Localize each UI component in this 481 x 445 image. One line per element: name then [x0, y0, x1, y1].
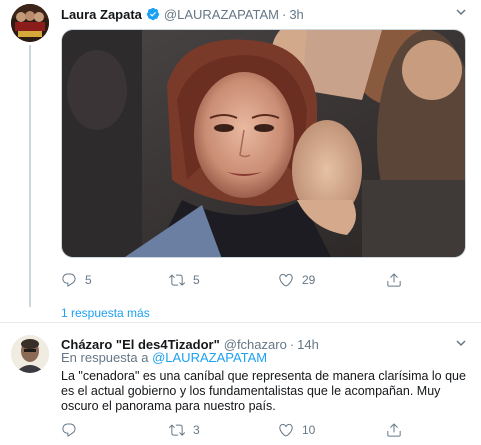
tweet-header: Laura Zapata @LAURAZAPATAM · 3h — [61, 6, 304, 22]
user-handle[interactable]: @LAURAZAPATAM — [164, 7, 279, 22]
tweet-text: La "cenadora" es una caníbal que represe… — [61, 369, 466, 413]
reply-button[interactable]: 5 — [61, 272, 92, 288]
timestamp[interactable]: 3h — [289, 7, 303, 22]
caret-down-icon[interactable] — [455, 337, 467, 349]
like-icon — [279, 273, 293, 287]
reply-icon — [62, 273, 76, 287]
reply-context: En respuesta a @LAURAZAPATAM — [61, 350, 267, 365]
share-button[interactable] — [386, 422, 402, 438]
display-name[interactable]: Laura Zapata — [61, 7, 142, 22]
tweet-image[interactable] — [61, 29, 466, 258]
reply-count: 5 — [85, 273, 92, 287]
share-button[interactable] — [386, 272, 402, 288]
verified-icon — [146, 7, 160, 21]
avatar[interactable] — [11, 335, 49, 373]
like-icon — [279, 423, 293, 437]
caret-down-icon[interactable] — [455, 6, 467, 18]
timestamp[interactable]: 14h — [297, 337, 319, 352]
show-more-replies-link[interactable]: 1 respuesta más — [61, 306, 150, 320]
reply-context-prefix: En respuesta a — [61, 350, 149, 365]
share-icon — [387, 273, 401, 287]
retweet-button[interactable]: 5 — [169, 272, 200, 288]
avatar[interactable] — [11, 4, 49, 42]
reply-mention-link[interactable]: @LAURAZAPATAM — [152, 350, 267, 365]
tweet-laura-zapata[interactable]: Laura Zapata @LAURAZAPATAM · 3h 5 5 29 1… — [0, 0, 481, 323]
like-button[interactable]: 29 — [278, 272, 315, 288]
like-button[interactable]: 10 — [278, 422, 315, 438]
reply-button[interactable] — [61, 422, 85, 438]
separator-dot: · — [281, 6, 287, 22]
like-count: 10 — [302, 423, 316, 437]
retweet-count: 3 — [193, 423, 200, 437]
retweet-icon — [169, 424, 185, 436]
reply-icon — [62, 423, 76, 437]
retweet-icon — [169, 274, 185, 286]
share-icon — [387, 423, 401, 437]
retweet-button[interactable]: 3 — [169, 422, 200, 438]
thread-line — [29, 45, 31, 307]
retweet-count: 5 — [193, 273, 200, 287]
separator-dot: · — [289, 336, 295, 352]
like-count: 29 — [302, 273, 316, 287]
